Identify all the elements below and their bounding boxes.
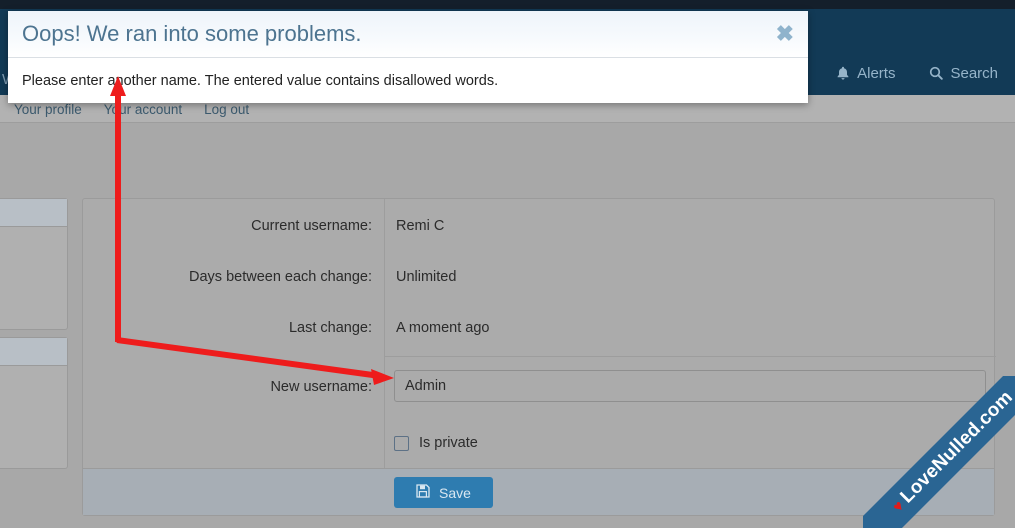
sidebar-item-3[interactable]	[0, 338, 67, 366]
bell-icon	[836, 66, 850, 81]
label-last-change: Last change:	[288, 320, 372, 336]
section-divider	[384, 356, 996, 357]
nav-item-search[interactable]: Search	[912, 51, 1015, 95]
is-private-checkbox[interactable]	[394, 435, 409, 451]
sidebar-group-2	[0, 337, 68, 469]
value-last-change: A moment ago	[396, 320, 490, 336]
value-current-username: Remi C	[396, 218, 445, 234]
nav-item-search-label: Search	[950, 64, 998, 82]
page-root: Wh box Alerts	[0, 0, 1015, 528]
watermark: ♥ LoveNulled.com	[863, 376, 1015, 528]
value-days-between-change: Unlimited	[396, 269, 457, 285]
nav-item-alerts[interactable]: Alerts	[819, 51, 912, 95]
top-strip	[0, 0, 1015, 9]
alert-title: Oops! We ran into some problems.	[22, 21, 362, 46]
is-private-row: Is private	[394, 435, 478, 451]
save-button[interactable]: Save	[394, 477, 493, 508]
watermark-text: LoveNulled.com	[896, 386, 1015, 508]
watermark-band: ♥ LoveNulled.com	[863, 376, 1015, 528]
sidebar-item-2[interactable]	[0, 227, 67, 329]
link-your-profile[interactable]: Your profile	[14, 102, 82, 117]
error-alert-dialog: Oops! We ran into some problems. ✖ Pleas…	[8, 11, 808, 103]
sidebar-item-4[interactable]	[0, 366, 67, 468]
panel-body: Current username: Remi C Days between ea…	[83, 199, 996, 469]
alert-message: Please enter another name. The entered v…	[8, 58, 808, 103]
save-button-label: Save	[439, 484, 471, 501]
row-last-change: Last change: A moment ago	[83, 320, 996, 336]
link-log-out[interactable]: Log out	[204, 102, 249, 117]
alert-header: Oops! We ran into some problems. ✖	[8, 11, 808, 58]
label-new-username: New username:	[270, 379, 372, 395]
row-days-between-change: Days between each change: Unlimited	[83, 269, 996, 285]
nav-item-alerts-label: Alerts	[857, 64, 896, 82]
search-icon	[929, 66, 944, 80]
panel-footer: Save	[83, 468, 994, 515]
save-floppy-icon	[416, 484, 430, 501]
link-your-account[interactable]: Your account	[104, 102, 182, 117]
label-current-username: Current username:	[251, 218, 372, 234]
row-current-username: Current username: Remi C	[83, 218, 996, 234]
close-icon[interactable]: ✖	[776, 23, 794, 45]
sidebar-item-1[interactable]	[0, 199, 67, 227]
is-private-label: Is private	[419, 435, 478, 451]
username-change-panel: Current username: Remi C Days between ea…	[82, 198, 996, 516]
label-days-between-change: Days between each change:	[189, 269, 372, 285]
sidebar-group-1	[0, 198, 68, 330]
sidebar-rail	[0, 198, 68, 469]
